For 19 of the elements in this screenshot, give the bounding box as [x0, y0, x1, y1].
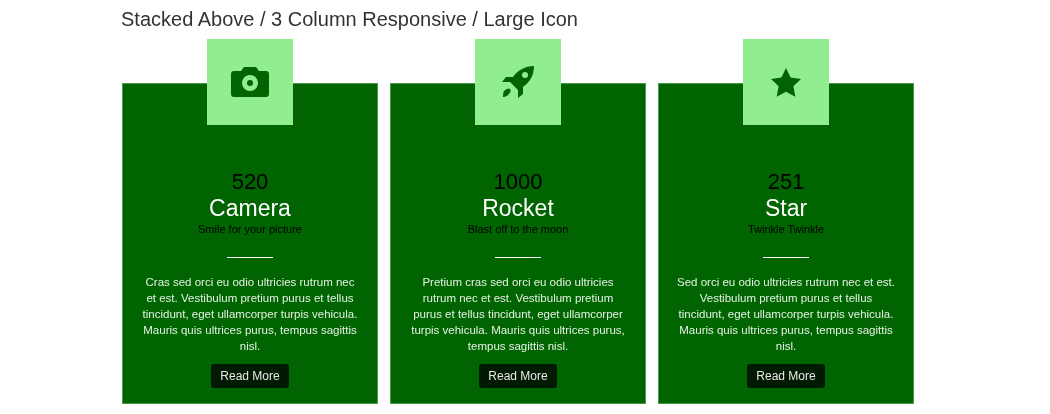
read-more-button[interactable]: Read More: [479, 364, 557, 388]
count-number: 520: [231, 169, 269, 195]
card-text: Sed orci eu odio ultricies rutrum nec et est. Vestibulum pretium purus et tellus tincidunt, eget ullamcorper turpis vehicula. Mauris quis ultrices purus, tempus sagittis nisl.: [677, 275, 895, 354]
card-text: Pretium cras sed orci eu odio ultricies rutrum nec et est. Vestibulum pretium purus et tellus tincidunt, eget ullamcorper turpis vehicula. Mauris quis ultrices purus, tempus sagittis nisl.: [410, 275, 626, 354]
card-title: Rocket: [482, 195, 554, 221]
camera-icon: [231, 67, 269, 97]
card-text: Cras sed orci eu odio ultricies rutrum nec et est. Vestibulum pretium purus et tellus tincidunt, eget ullamcorper turpis vehicula. Mauris quis ultrices purus, tempus sagittis nisl.: [141, 275, 359, 354]
card-subtitle: Blast off to the moon: [467, 222, 569, 237]
rocket-icon: [501, 65, 535, 99]
star-icon: [770, 66, 802, 98]
card-title: Camera: [209, 195, 291, 221]
card-title: Star: [764, 195, 808, 221]
read-more-button[interactable]: Read More: [211, 364, 289, 388]
count-number: 251: [767, 169, 805, 195]
read-more-button[interactable]: Read More: [747, 364, 825, 388]
card-subtitle: Twinkle Twinkle: [747, 222, 825, 237]
count-number: 1000: [493, 169, 543, 195]
card-subtitle: Smile for your picture: [198, 222, 302, 237]
page-heading: Stacked Above / 3 Column Responsive / Large Icon: [121, 7, 578, 32]
